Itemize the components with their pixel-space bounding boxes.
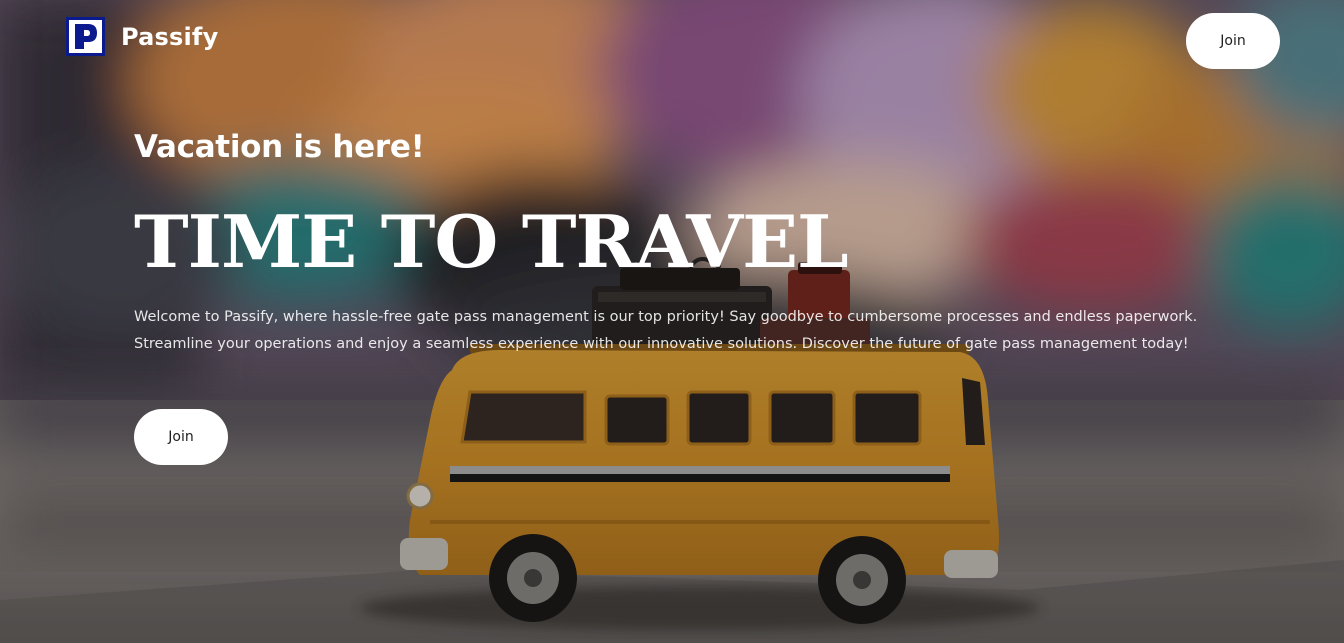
passify-logo-icon (66, 17, 105, 56)
nav-join-button[interactable]: Join (1186, 13, 1280, 69)
hero-description: Welcome to Passify, where hassle-free ga… (134, 309, 1198, 352)
brand-logo[interactable]: Passify (66, 17, 218, 56)
hero-join-button[interactable]: Join (134, 409, 228, 465)
hero-content: Vacation is here! TIME TO TRAVEL Welcome… (134, 126, 1224, 357)
brand-name: Passify (121, 22, 219, 51)
top-navbar: Passify Join (0, 0, 1344, 80)
hero-section: Passify Join Vacation is here! TIME TO T… (0, 0, 1344, 643)
hero-subtitle: Vacation is here! (134, 129, 425, 165)
hero-title: TIME TO TRAVEL (134, 199, 849, 284)
